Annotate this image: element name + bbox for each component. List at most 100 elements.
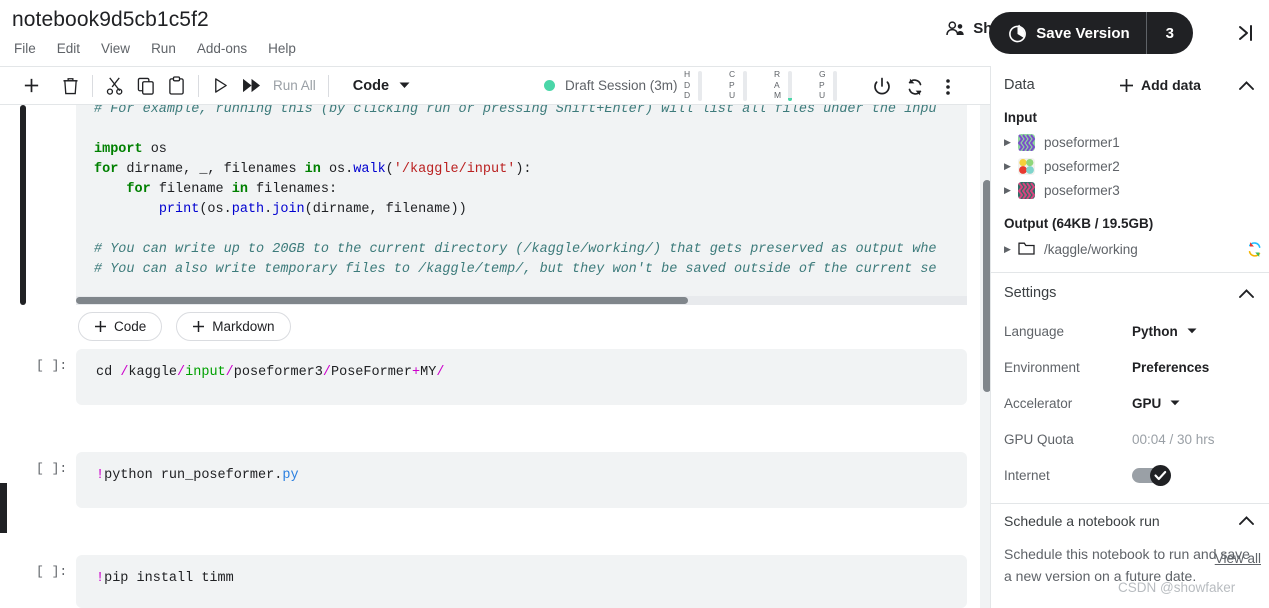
output-row-kaggle-working[interactable]: ▶ /kaggle/working <box>991 236 1269 262</box>
view-all-link[interactable]: View all <box>1215 551 1261 566</box>
dataset-row-poseformer3[interactable]: ▶ poseformer3 <box>991 178 1269 202</box>
scissors-icon <box>106 77 123 95</box>
cell-type-dropdown[interactable]: Code <box>347 75 416 97</box>
code-editor[interactable]: # For example, running this (by clicking… <box>76 105 967 305</box>
gpu-quota-value: 00:04 / 30 hrs <box>1132 431 1215 447</box>
delete-cell-button[interactable] <box>55 70 86 101</box>
folder-icon <box>1018 241 1035 258</box>
dataset-name: poseformer3 <box>1044 182 1120 198</box>
meter-ram-label: RAM <box>774 69 782 100</box>
toolbar-right-actions <box>866 71 963 102</box>
accelerator-value: GPU <box>1132 395 1162 411</box>
check-icon <box>1154 470 1167 480</box>
plus-icon <box>24 78 39 93</box>
expand-arrow-icon[interactable]: ▶ <box>1004 137 1018 148</box>
power-button[interactable] <box>866 71 897 102</box>
dataset-row-poseformer2[interactable]: ▶ poseformer2 <box>991 154 1269 178</box>
meter-cpu[interactable]: CPU <box>729 69 774 101</box>
meter-hdd-label: HDD <box>684 69 691 100</box>
code-hscrollbar-track[interactable] <box>76 296 967 305</box>
schedule-section-title: Schedule a notebook run <box>1004 512 1160 529</box>
add-code-label: Code <box>114 319 147 334</box>
setting-row-gpu-quota: GPU Quota 00:04 / 30 hrs <box>991 421 1269 457</box>
page-scrollbar-left[interactable] <box>0 483 7 533</box>
menu-item-run[interactable]: Run <box>149 40 178 57</box>
menu-item-file[interactable]: File <box>12 40 38 57</box>
cell-type-label: Code <box>352 77 390 94</box>
cell-prompt: [ ]: <box>36 564 68 579</box>
meter-hdd[interactable]: HDD <box>684 69 729 101</box>
environment-value: Preferences <box>1132 359 1210 375</box>
code-line: !python run_poseformer.py <box>96 468 299 483</box>
add-data-label: Add data <box>1141 77 1201 93</box>
code-editor[interactable]: cd /kaggle/input/poseformer3/PoseFormer+… <box>76 349 967 405</box>
restart-button[interactable] <box>899 71 930 102</box>
settings-section-title: Settings <box>1004 285 1057 301</box>
play-icon <box>215 78 227 93</box>
run-advance-button[interactable] <box>236 70 267 101</box>
add-data-button[interactable]: Add data <box>1119 77 1201 93</box>
language-dropdown[interactable]: Python <box>1132 324 1197 339</box>
environment-preferences-link[interactable]: Preferences <box>1132 360 1209 375</box>
notebook-editor: # For example, running this (by clicking… <box>0 105 990 608</box>
add-cell-button[interactable] <box>16 70 47 101</box>
code-editor[interactable]: !pip install timm <box>76 555 967 608</box>
cut-button[interactable] <box>99 70 130 101</box>
right-sidebar: Data Add data Input ▶ poseformer1 ▶ pose… <box>990 66 1269 608</box>
setting-row-accelerator: Accelerator GPU <box>991 385 1269 421</box>
cell-prompt: [ ]: <box>36 461 68 476</box>
active-cell-indicator <box>20 105 26 305</box>
menu-item-view[interactable]: View <box>99 40 132 57</box>
data-section-collapse-icon[interactable] <box>1235 74 1257 96</box>
meter-gpu[interactable]: GPU <box>819 69 864 101</box>
paste-button[interactable] <box>161 70 192 101</box>
copy-button[interactable] <box>130 70 161 101</box>
more-options-button[interactable] <box>932 71 963 102</box>
save-version-count[interactable]: 3 <box>1147 25 1193 42</box>
dataset-row-poseformer1[interactable]: ▶ poseformer1 <box>991 130 1269 154</box>
setting-row-language: Language Python <box>991 313 1269 349</box>
expand-arrow-icon[interactable]: ▶ <box>1004 185 1018 196</box>
notebook-cell: # For example, running this (by clicking… <box>76 105 967 305</box>
code-line: # You can also write temporary files to … <box>94 262 937 277</box>
menu-item-edit[interactable]: Edit <box>55 40 82 57</box>
meter-cpu-gauge <box>743 71 747 101</box>
session-status[interactable]: Draft Session (3m) <box>544 78 678 93</box>
output-path: /kaggle/working <box>1044 241 1138 257</box>
plus-icon <box>94 320 107 333</box>
collapse-right-icon[interactable] <box>1231 18 1261 48</box>
expand-arrow-icon[interactable]: ▶ <box>1004 244 1018 255</box>
settings-section-header: Settings <box>991 273 1269 313</box>
meter-gpu-label: GPU <box>819 69 826 100</box>
refresh-output-icon[interactable] <box>1246 241 1263 258</box>
accelerator-dropdown[interactable]: GPU <box>1132 396 1180 411</box>
setting-label-gpu-quota: GPU Quota <box>1004 431 1074 447</box>
meter-ram[interactable]: RAM <box>774 69 819 101</box>
expand-arrow-icon[interactable]: ▶ <box>1004 161 1018 172</box>
editor-scrollbar-thumb[interactable] <box>983 180 990 392</box>
run-all-button[interactable]: Run All <box>267 78 322 93</box>
code-line: import os <box>94 142 167 157</box>
save-version-button[interactable]: Save Version 3 <box>989 12 1193 54</box>
people-icon <box>946 21 965 36</box>
meter-cpu-label: CPU <box>729 69 736 100</box>
output-label: Output (64KB / 19.5GB) <box>1004 216 1154 231</box>
code-line: for filename in filenames: <box>126 182 338 197</box>
play-double-icon <box>242 78 260 93</box>
menu-item-addons[interactable]: Add-ons <box>195 40 249 57</box>
trash-icon <box>63 77 78 94</box>
menu-item-help[interactable]: Help <box>266 40 298 57</box>
schedule-section-collapse-icon[interactable] <box>1235 510 1257 532</box>
code-editor[interactable]: !python run_poseformer.py <box>76 452 967 508</box>
run-button[interactable] <box>205 70 236 101</box>
meter-gpu-gauge <box>833 71 837 101</box>
code-hscrollbar-thumb[interactable] <box>76 297 688 304</box>
internet-toggle[interactable] <box>1132 464 1171 486</box>
add-code-button[interactable]: Code <box>78 312 163 341</box>
settings-section-collapse-icon[interactable] <box>1235 282 1257 304</box>
kaggle-notebook-app: notebook9d5cb1c5f2 File Edit View Run Ad… <box>0 0 1269 608</box>
dataset-name: poseformer2 <box>1044 158 1120 174</box>
add-markdown-button[interactable]: Markdown <box>176 312 291 341</box>
toolbar-divider-1 <box>92 74 93 97</box>
